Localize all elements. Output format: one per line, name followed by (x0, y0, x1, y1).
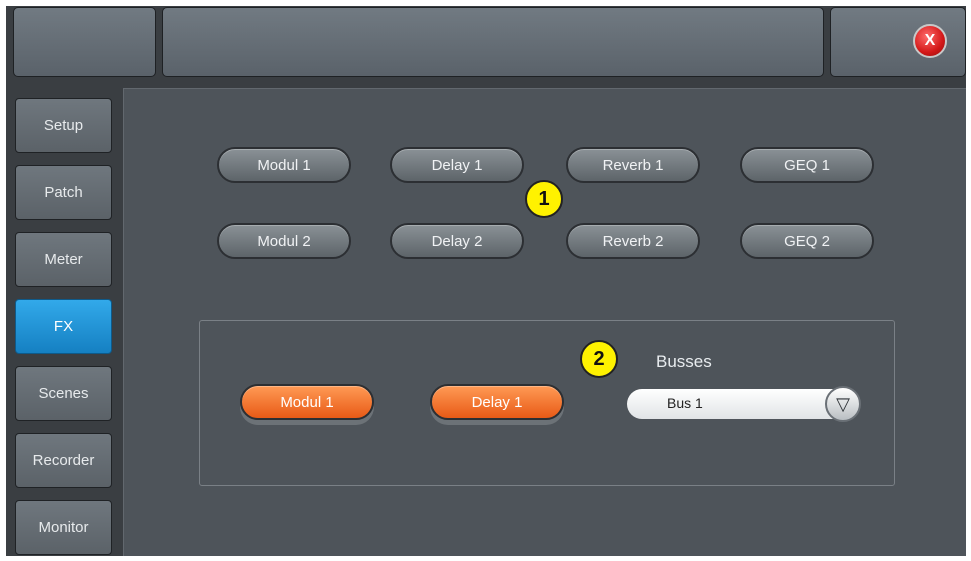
fx-button-label: Delay 2 (431, 232, 483, 250)
busses-label: Busses (656, 352, 712, 371)
sidebar-item-setup[interactable]: Setup (15, 98, 112, 153)
sidebar-item-label: Patch (44, 184, 83, 201)
close-button[interactable]: X (913, 24, 947, 58)
fx-reverb-1-button[interactable]: Reverb 1 (566, 147, 700, 183)
fx-button-label: Reverb 1 (602, 156, 664, 174)
fx-delay-2-button[interactable]: Delay 2 (390, 223, 524, 259)
dropdown-arrow-icon[interactable]: ▽ (825, 386, 861, 422)
fx-button-label: Modul 2 (257, 232, 311, 250)
fx-button-label: GEQ 1 (784, 156, 830, 174)
fx-button-label: Delay 1 (431, 156, 483, 174)
fx-modul-2-button[interactable]: Modul 2 (217, 223, 351, 259)
sidebar-item-monitor[interactable]: Monitor (15, 500, 112, 555)
annotation-badge-2: 2 (580, 340, 618, 378)
sidebar-item-recorder[interactable]: Recorder (15, 433, 112, 488)
sidebar-item-label: Monitor (38, 519, 89, 536)
fx-button-label: Modul 1 (257, 156, 311, 174)
annotation-badge-1: 1 (525, 180, 563, 218)
fx-geq-1-button[interactable]: GEQ 1 (740, 147, 874, 183)
bus-fx-modul-1-button[interactable]: Modul 1 (240, 384, 374, 420)
top-title-panel (162, 7, 824, 77)
fx-button-label: Modul 1 (280, 393, 334, 411)
fx-button-label: GEQ 2 (784, 232, 830, 250)
sidebar-item-label: Setup (43, 117, 84, 134)
fx-modul-1-button[interactable]: Modul 1 (217, 147, 351, 183)
sidebar-item-label: Scenes (38, 385, 89, 402)
fx-button-label: Delay 1 (471, 393, 523, 411)
sidebar-item-label: Recorder (32, 452, 95, 469)
sidebar-item-label: Meter (44, 251, 83, 268)
sidebar-item-label: FX (53, 318, 74, 335)
fx-delay-1-button[interactable]: Delay 1 (390, 147, 524, 183)
bus-select-value: Bus 1 (667, 395, 703, 411)
bus-select[interactable]: Bus 1 ▽ (627, 386, 861, 422)
sidebar-item-scenes[interactable]: Scenes (15, 366, 112, 421)
fx-reverb-2-button[interactable]: Reverb 2 (566, 223, 700, 259)
bus-fx-delay-1-button[interactable]: Delay 1 (430, 384, 564, 420)
sidebar-item-meter[interactable]: Meter (15, 232, 112, 287)
sidebar-item-fx[interactable]: FX (15, 299, 112, 354)
close-icon: X (924, 32, 936, 49)
fx-button-label: Reverb 2 (602, 232, 664, 250)
top-left-panel (13, 7, 156, 77)
sidebar-item-patch[interactable]: Patch (15, 165, 112, 220)
fx-geq-2-button[interactable]: GEQ 2 (740, 223, 874, 259)
